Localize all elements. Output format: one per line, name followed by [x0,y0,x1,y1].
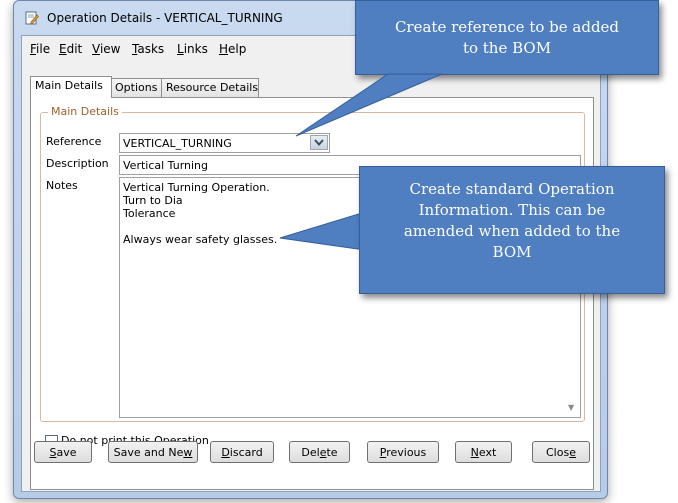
next-button[interactable]: Next [455,441,512,463]
close-button[interactable]: Close [532,441,590,463]
notes-label: Notes [46,179,78,192]
reference-value: VERTICAL_TURNING [123,137,232,150]
group-title: Main Details [48,105,122,118]
callout-line: to the BOM [462,39,552,57]
menu-links[interactable]: Links [177,42,208,56]
description-value: Vertical Turning [123,159,209,172]
callout-line: BOM [492,243,532,261]
tab-resource-details[interactable]: Resource Details [161,78,259,97]
callout-operation-info: Create standard Operation Information. T… [359,166,665,294]
window-title: Operation Details - VERTICAL_TURNING [47,11,283,25]
callout-line: Create reference to be added [394,18,620,36]
notes-line: Vertical Turning Operation. [123,181,270,194]
menu-help[interactable]: Help [219,42,246,56]
scroll-down-icon[interactable]: ▼ [568,403,578,413]
save-button[interactable]: Save [34,441,92,463]
tab-options[interactable]: Options [110,78,164,97]
menu-view[interactable]: View [92,42,120,56]
callout-line: Information. This can be [418,201,606,219]
previous-button[interactable]: Previous [367,441,439,463]
menu-edit[interactable]: Edit [59,42,82,56]
menu-file[interactable]: File [30,42,50,56]
menu-tasks[interactable]: Tasks [132,42,164,56]
save-and-new-button[interactable]: Save and New [108,441,198,463]
edit-document-icon [25,11,39,25]
callout-line: amended when added to the [403,222,621,240]
reference-combobox[interactable]: VERTICAL_TURNING [119,133,330,153]
notes-line: Tolerance [123,207,176,220]
chevron-down-icon[interactable] [310,135,328,150]
reference-label: Reference [46,135,102,148]
tab-main-details[interactable]: Main Details [30,76,112,98]
callout-reference: Create reference to be added to the BOM [355,0,659,75]
notes-line: Turn to Dia [123,194,183,207]
notes-line: Always wear safety glasses. [123,233,278,246]
discard-button[interactable]: Discard [210,441,274,463]
delete-button[interactable]: Delete [289,441,350,463]
callout-line: Create standard Operation [409,180,615,198]
description-label: Description [46,157,109,170]
